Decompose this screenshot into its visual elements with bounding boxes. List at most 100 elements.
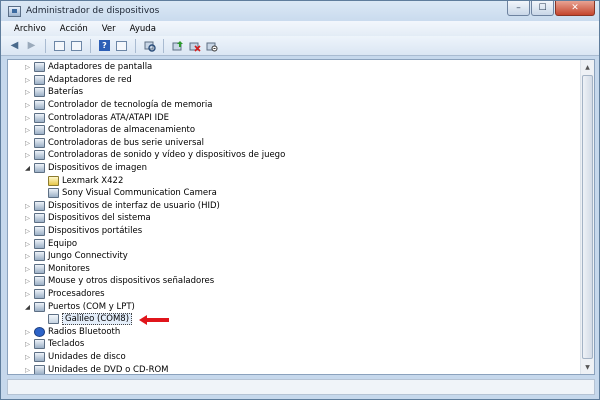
tree-item[interactable]: ▷ Dispositivos del sistema xyxy=(8,212,580,225)
tree-item-label: Adaptadores de red xyxy=(48,74,132,85)
expand-arrow-icon[interactable]: ▷ xyxy=(23,63,32,71)
expand-arrow-icon[interactable]: ▷ xyxy=(23,139,32,147)
tree-item[interactable]: Lexmark X422 xyxy=(8,174,580,187)
tree-item-label: Dispositivos de imagen xyxy=(48,163,147,174)
help-button[interactable]: ? xyxy=(97,38,112,53)
scroll-thumb[interactable] xyxy=(582,75,593,359)
back-button[interactable]: ◀ xyxy=(7,38,22,53)
tree-item[interactable]: ▷ Mouse y otros dispositivos señaladores xyxy=(8,275,580,288)
menu-bar: Archivo Acción Ver Ayuda xyxy=(1,21,599,36)
storage-icon xyxy=(34,125,45,136)
bluetooth-icon xyxy=(34,326,45,337)
tree-item[interactable]: ▷ Adaptadores de red xyxy=(8,74,580,87)
tree-item[interactable]: ▷ Jungo Connectivity xyxy=(8,250,580,263)
vertical-scrollbar[interactable]: ▲ ▼ xyxy=(580,60,594,374)
tree-item[interactable]: Galileo (COM8) xyxy=(8,313,580,326)
expand-arrow-icon[interactable]: ▷ xyxy=(23,277,32,285)
menu-archivo[interactable]: Archivo xyxy=(7,24,53,34)
expand-arrow-icon[interactable]: ▷ xyxy=(23,265,32,273)
properties-button[interactable] xyxy=(69,38,84,53)
tree-item[interactable]: ▷ Controladoras de bus serie universal xyxy=(8,137,580,150)
close-button[interactable]: ✕ xyxy=(555,1,595,16)
expand-arrow-icon[interactable]: ▷ xyxy=(23,340,32,348)
expand-arrow-icon[interactable]: ▷ xyxy=(23,101,32,109)
com-port-icon xyxy=(48,314,59,325)
expand-arrow-icon[interactable]: ▷ xyxy=(23,76,32,84)
expand-arrow-icon[interactable]: ▷ xyxy=(23,227,32,235)
tree-item[interactable]: ▷ Controladoras ATA/ATAPI IDE xyxy=(8,111,580,124)
dvd-icon xyxy=(34,364,45,374)
expand-arrow-icon[interactable]: ▷ xyxy=(23,240,32,248)
title-bar[interactable]: Administrador de dispositivos – ☐ ✕ xyxy=(1,1,599,21)
show-hide-console-tree-button[interactable] xyxy=(52,38,67,53)
scan-hardware-button[interactable] xyxy=(142,38,157,53)
maximize-button[interactable]: ☐ xyxy=(531,1,554,16)
processor-icon xyxy=(34,288,45,299)
expand-arrow-icon[interactable]: ▷ xyxy=(23,202,32,210)
menu-accion[interactable]: Acción xyxy=(53,24,95,34)
uninstall-button[interactable] xyxy=(187,38,202,53)
tree-item[interactable]: ▷ Dispositivos portátiles xyxy=(8,225,580,238)
tree-item[interactable]: ▷ Controladoras de sonido y vídeo y dispo… xyxy=(8,149,580,162)
tree-item[interactable]: Sony Visual Communication Camera xyxy=(8,187,580,200)
toolbar-separator xyxy=(45,38,46,53)
action-pane-button[interactable] xyxy=(114,38,129,53)
expand-arrow-icon[interactable]: ▷ xyxy=(23,214,32,222)
tree-item-label: Dispositivos del sistema xyxy=(48,213,151,224)
expand-arrow-icon[interactable]: ▷ xyxy=(23,114,32,122)
tree-item-label: Unidades de disco xyxy=(48,351,126,362)
expand-arrow-icon[interactable]: ▷ xyxy=(23,252,32,260)
battery-icon xyxy=(34,87,45,98)
device-tree-panel: ▷ Adaptadores de pantalla ▷ Adaptadores de … xyxy=(7,59,595,375)
device-tree: ▷ Adaptadores de pantalla ▷ Adaptadores de … xyxy=(8,60,580,374)
expand-arrow-icon[interactable]: ▷ xyxy=(23,151,32,159)
action-pane-icon xyxy=(116,40,127,51)
tree-item[interactable]: ▷ Radios Bluetooth xyxy=(8,325,580,338)
tree-item[interactable]: ▷ Controlador de tecnología de memoria xyxy=(8,99,580,112)
minimize-button[interactable]: – xyxy=(507,1,530,16)
properties-icon xyxy=(71,40,82,51)
tree-item-label: Controlador de tecnología de memoria xyxy=(48,100,213,111)
forward-button[interactable]: ▶ xyxy=(24,38,39,53)
device-manager-window: Administrador de dispositivos – ☐ ✕ Arch… xyxy=(0,0,600,400)
menu-ayuda[interactable]: Ayuda xyxy=(123,24,163,34)
portable-icon xyxy=(34,226,45,237)
tree-item[interactable]: ▷ Baterías xyxy=(8,86,580,99)
tree-item[interactable]: ▷ Procesadores xyxy=(8,288,580,301)
keyboard-icon xyxy=(34,339,45,350)
tree-item[interactable]: ▷ Monitores xyxy=(8,263,580,276)
device-manager-icon xyxy=(8,5,21,17)
tree-item[interactable]: ◢ Puertos (COM y LPT) xyxy=(8,300,580,313)
collapse-arrow-icon[interactable]: ◢ xyxy=(23,303,32,311)
port-icon xyxy=(34,301,45,312)
menu-ver[interactable]: Ver xyxy=(95,24,123,34)
disable-button[interactable] xyxy=(204,38,219,53)
uninstall-icon xyxy=(189,42,201,52)
tree-item[interactable]: ▷ Dispositivos de interfaz de usuario (HI… xyxy=(8,200,580,213)
expand-arrow-icon[interactable]: ▷ xyxy=(23,353,32,361)
toolbar-separator xyxy=(90,38,91,53)
tree-item[interactable]: ▷ Unidades de disco xyxy=(8,351,580,364)
memory-icon xyxy=(34,100,45,111)
tree-item[interactable]: ▷ Controladoras de almacenamiento xyxy=(8,124,580,137)
tree-item-label: Galileo (COM8) xyxy=(62,313,133,326)
ide-icon xyxy=(34,112,45,123)
update-driver-button[interactable] xyxy=(170,38,185,53)
expand-arrow-icon[interactable]: ▷ xyxy=(23,366,32,374)
expand-arrow-icon[interactable]: ▷ xyxy=(23,88,32,96)
expand-arrow-icon[interactable]: ▷ xyxy=(23,290,32,298)
expand-arrow-icon[interactable]: ▷ xyxy=(23,328,32,336)
tree-item[interactable]: ◢ Dispositivos de imagen xyxy=(8,162,580,175)
scan-hardware-icon xyxy=(144,41,156,52)
scroll-down-button[interactable]: ▼ xyxy=(581,360,594,374)
help-icon: ? xyxy=(99,40,110,51)
status-bar xyxy=(7,379,595,395)
expand-arrow-icon[interactable]: ▷ xyxy=(23,126,32,134)
tree-item[interactable]: ▷ Unidades de DVD o CD-ROM xyxy=(8,363,580,374)
scroll-up-button[interactable]: ▲ xyxy=(581,60,594,74)
warning-device-icon xyxy=(48,175,59,186)
tree-item[interactable]: ▷ Teclados xyxy=(8,338,580,351)
tree-item[interactable]: ▷ Adaptadores de pantalla xyxy=(8,61,580,74)
collapse-arrow-icon[interactable]: ◢ xyxy=(23,164,32,172)
tree-item[interactable]: ▷ Equipo xyxy=(8,237,580,250)
